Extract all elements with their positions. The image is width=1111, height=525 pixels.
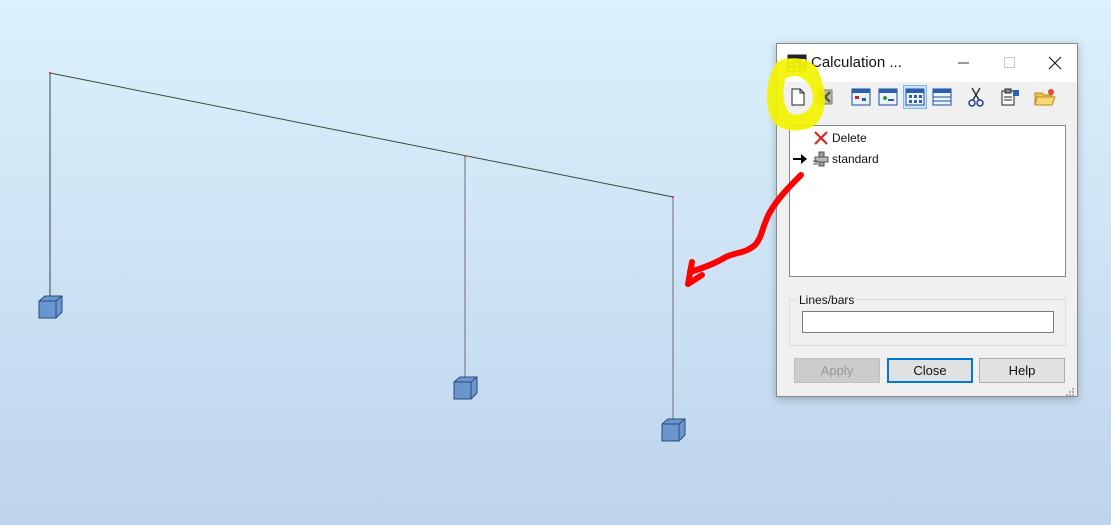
minimize-button[interactable] <box>941 44 987 82</box>
tree-item-label: Delete <box>832 131 867 145</box>
window-title: Calculation ... <box>811 54 902 71</box>
maximize-button[interactable] <box>987 44 1033 82</box>
tree-item-label: standard <box>832 152 879 166</box>
properties-icon[interactable] <box>998 85 1022 109</box>
tree-item-standard[interactable]: standard <box>790 149 1065 169</box>
tree-item-delete[interactable]: Delete <box>790 128 1065 148</box>
maximize-icon <box>1004 57 1015 68</box>
apply-button[interactable]: Apply <box>794 358 880 383</box>
toolbar <box>777 82 1077 114</box>
cut-icon[interactable] <box>964 85 988 109</box>
close-window-button[interactable] <box>1032 44 1078 82</box>
current-arrow-icon <box>792 153 808 165</box>
close-button[interactable]: Close <box>887 358 973 383</box>
open-folder-icon[interactable] <box>1033 85 1057 109</box>
title-bar[interactable]: Calculation ... <box>777 44 1077 82</box>
view-icon-1[interactable] <box>849 85 873 109</box>
table-icon <box>787 53 807 73</box>
view-icon-3[interactable] <box>903 85 927 109</box>
close-icon <box>1048 56 1062 70</box>
calculation-tree[interactable]: Delete standard <box>789 125 1066 277</box>
help-button[interactable]: Help <box>979 358 1065 383</box>
support-right <box>661 418 686 442</box>
calculation-type-icon <box>812 150 830 168</box>
delete-icon[interactable] <box>813 85 837 109</box>
new-icon[interactable] <box>786 85 810 109</box>
lines-bars-input[interactable] <box>802 311 1054 333</box>
beam-line <box>49 72 674 198</box>
support-left <box>38 295 63 319</box>
support-middle <box>453 376 478 400</box>
table-view-icon[interactable] <box>930 85 954 109</box>
calculation-dialog: Calculation ... Delete standard Lines/ba… <box>776 43 1078 397</box>
red-x-icon <box>812 129 830 147</box>
view-icon-2[interactable] <box>876 85 900 109</box>
resize-grip-icon[interactable] <box>1065 384 1075 396</box>
minimize-icon <box>958 62 969 64</box>
lines-bars-label: Lines/bars <box>797 293 857 307</box>
